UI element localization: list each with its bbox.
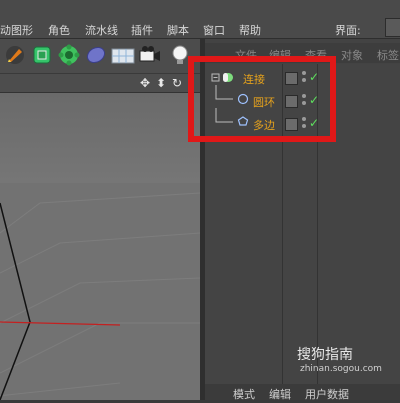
watermark-logo: 搜狗指南 [297, 347, 353, 363]
tab-object[interactable]: 对象 [341, 47, 363, 63]
menu-item-character[interactable]: 角色 [48, 22, 70, 38]
deformer-icon[interactable] [84, 43, 108, 67]
camera-icon[interactable] [138, 43, 162, 67]
grid-lines-icon [0, 192, 201, 401]
interface-dropdown[interactable] [385, 18, 400, 37]
menu-item-window[interactable]: 窗口 [203, 22, 225, 38]
menu-item-help[interactable]: 帮助 [239, 22, 261, 38]
attributes-bar: 模式 编辑 用户数据 [205, 384, 400, 401]
watermark-url: zhinan.sogou.com [300, 364, 382, 374]
viewport[interactable]: ✥ ⬍ ↻ [0, 74, 201, 401]
gear-icon[interactable] [57, 43, 81, 67]
arrow-icon[interactable]: ⬍ [156, 76, 166, 90]
menu-item-mograph[interactable]: 动图形 [0, 22, 33, 38]
menu-item-script[interactable]: 脚本 [167, 22, 189, 38]
menu-item-plugins[interactable]: 插件 [131, 22, 153, 38]
move-icon[interactable]: ✥ [140, 76, 150, 90]
viewport-background [0, 93, 200, 183]
viewport-header: ✥ ⬍ ↻ [0, 74, 200, 93]
viewport-grid [0, 183, 201, 401]
toolbar [0, 39, 200, 73]
menu-item-pipeline[interactable]: 流水线 [85, 22, 118, 38]
cube-icon[interactable] [30, 43, 54, 67]
pen-tool-icon[interactable] [3, 43, 27, 67]
rotate-icon[interactable]: ↻ [172, 76, 182, 90]
tab-tags[interactable]: 标签 [377, 47, 399, 63]
floor-icon[interactable] [111, 43, 135, 67]
interface-label: 界面: [335, 24, 361, 37]
annotation-highlight [188, 56, 336, 142]
menu-bar: 动图形 角色 流水线 插件 脚本 窗口 帮助 界面: [0, 0, 400, 39]
